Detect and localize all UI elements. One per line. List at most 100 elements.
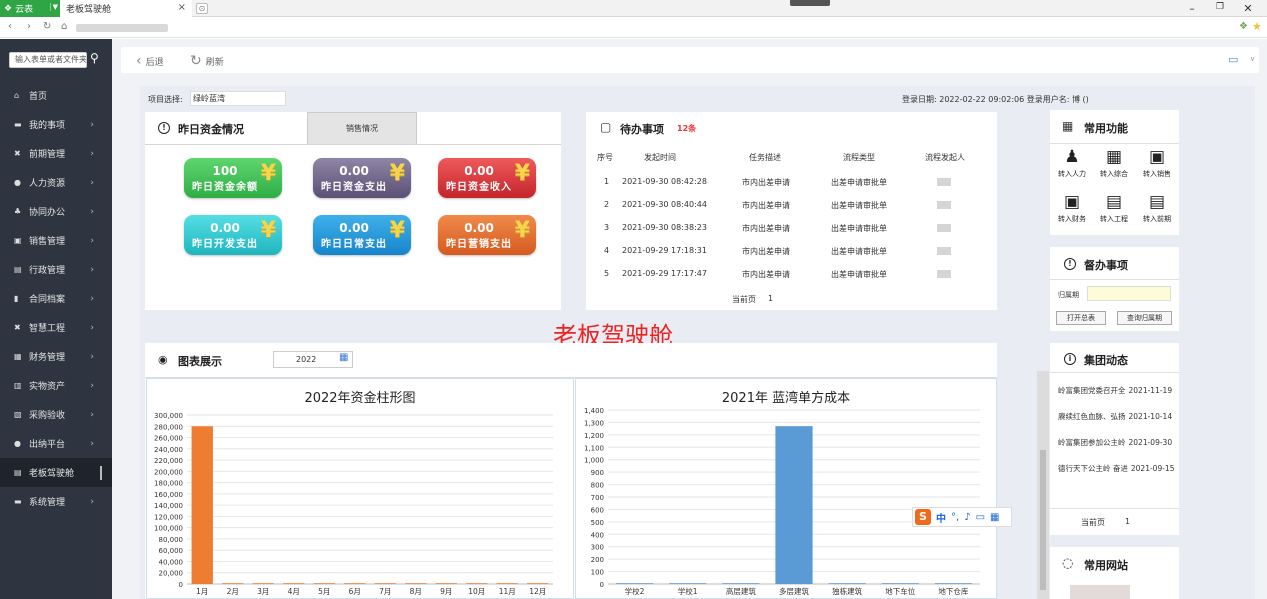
tab-sales[interactable]: 销售情况 [307,112,417,144]
punct-icon[interactable]: °, [951,512,959,523]
bar[interactable] [283,583,305,584]
bar[interactable] [669,583,707,584]
chevron-down-icon[interactable]: ∨ [1250,55,1255,63]
bar[interactable] [934,583,973,584]
extension-icon[interactable]: ❖ [1239,21,1248,32]
transfer-early-button[interactable]: ▤ 转入前期 [1136,192,1178,232]
fund-card-5[interactable]: 0.00 昨日营销支出 ¥ [438,215,536,255]
favorite-star-icon[interactable]: ★ [1252,20,1262,33]
minimize-icon[interactable]: – [1185,2,1199,15]
home-page-icon[interactable]: ⌂ [61,21,67,32]
reload-icon[interactable]: ↻ [43,21,51,32]
sidebar-item-11[interactable]: ▧ 采购验收 › [0,400,112,429]
chart-cost-svg: 0 100 200 300 400 500 600 700 800 900 1,000 1,100 1,… [584,407,980,596]
table-cell-desc: 市内出差申请 [742,178,790,187]
bar[interactable] [344,583,366,584]
ime-lang[interactable]: 中 [936,510,946,525]
initiator-avatar [937,270,951,278]
sidebar-item-7[interactable]: ▮ 合同档案 › [0,284,112,313]
transfer-finance-button[interactable]: ▣ 转入财务 [1051,192,1093,232]
wrench-icon: ✖ [14,323,21,332]
screen-icon[interactable]: ▭ [1228,53,1238,66]
transfer-hr-button[interactable]: ♟ 转入人力 [1051,147,1093,187]
fund-card-3[interactable]: 0.00 昨日开发支出 ¥ [184,215,282,255]
open-table-button[interactable]: 打开总表 [1056,311,1106,325]
bar[interactable] [374,583,396,584]
bar[interactable] [527,583,549,584]
query-period-button[interactable]: 查询归属期 [1117,311,1172,325]
bar[interactable] [496,583,518,584]
news-scroll-thumb[interactable] [1040,450,1046,590]
news-pager-value[interactable]: 1 [1125,517,1130,526]
restore-icon[interactable]: ❐ [1213,2,1227,12]
back-button[interactable]: ‹ 后退 [136,53,164,69]
project-select[interactable]: 绿岭蓝湾 [190,91,286,106]
fund-card-1[interactable]: 0.00 昨日资金支出 ¥ [313,158,411,198]
y-tick-label: 700 [591,494,604,502]
sidebar-item-8[interactable]: ✖ 智慧工程 › [0,313,112,342]
sidebar-item-0[interactable]: ⌂ 首页 [0,81,112,110]
app-menu-tab[interactable]: ❖ 云表 ▼ [0,0,60,17]
sidebar-item-14[interactable]: ▬ 系统管理 › [0,487,112,516]
todo-pager-value[interactable]: 1 [768,294,773,303]
sogou-logo-icon: S [915,509,931,525]
bar[interactable] [881,583,919,584]
bar[interactable] [435,583,457,584]
sidebar-item-12[interactable]: ● 出纳平台 › [0,429,112,458]
transfer-sales-button[interactable]: ▣ 转入销售 [1136,147,1178,187]
news-item[interactable]: 德行天下公主岭 奋进 2021-09-15 [1058,463,1180,474]
sidebar-item-9[interactable]: ▦ 财务管理 › [0,342,112,371]
transfer-engineering-icon: ▤ [1105,192,1123,212]
bar[interactable] [466,583,488,584]
period-input[interactable] [1087,286,1171,301]
fund-card-value: 0.00 [464,163,494,178]
fund-card-4[interactable]: 0.00 昨日日常支出 ¥ [313,215,411,255]
site-link[interactable] [1070,585,1130,599]
url-field[interactable] [76,24,168,32]
sidebar-item-2[interactable]: ✖ 前期管理 › [0,139,112,168]
fund-card-2[interactable]: 0.00 昨日资金收入 ¥ [438,158,536,198]
bar[interactable] [405,583,427,584]
close-tab-icon[interactable]: × [178,2,186,13]
sidebar-item-3[interactable]: ● 人力资源 › [0,168,112,197]
sidebar-item-10[interactable]: ▥ 实物资产 › [0,371,112,400]
ime-toolbar[interactable]: S 中 °, ♪ ▭ ▦ [912,507,1012,527]
y-tick-label: 900 [591,469,604,477]
nav-forward-icon[interactable]: › [27,21,31,32]
bar[interactable] [252,583,274,584]
sidebar-item-6[interactable]: ▤ 行政管理 › [0,255,112,284]
fund-card-0[interactable]: 100 昨日资金余额 ¥ [184,158,282,198]
mic-icon[interactable]: ♪ [964,512,970,523]
calendar-icon[interactable]: ▦ [339,352,348,363]
sidebar-search-input[interactable]: 输入表单或者文件夹 [9,52,87,68]
chevron-right-icon: › [90,293,94,304]
app-menu-dropdown-icon[interactable]: ▼ [49,3,58,11]
news-item[interactable]: 赓续红色血脉、弘扬 2021-10-14 [1058,411,1180,422]
search-icon[interactable]: ⚲ [90,51,99,65]
close-window-icon[interactable]: ✕ [1241,2,1255,15]
refresh-button[interactable]: ↻ 刷新 [190,53,224,69]
new-tab-button[interactable]: ⊙ [196,3,208,14]
sidebar-item-5[interactable]: ▣ 销售管理 › [0,226,112,255]
news-item[interactable]: 岭富集团党委召开全 2021-11-19 [1058,385,1180,396]
bar[interactable] [828,583,866,584]
bar[interactable] [222,583,244,584]
sidebar-item-4[interactable]: ♣ 协同办公 › [0,197,112,226]
news-item[interactable]: 岭富集团参加公主岭 2021-09-30 [1058,437,1180,448]
bar[interactable] [775,426,813,584]
table-header: 序号 [597,153,613,162]
sidebar-item-13[interactable]: ▤ 老板驾驶舱 [0,458,112,487]
bar[interactable] [722,583,760,584]
cashier-icon: ● [14,439,21,448]
nav-back-icon[interactable]: ‹ [8,21,12,32]
sidebar-item-1[interactable]: ▬ 我的事项 › [0,110,112,139]
bar[interactable] [615,583,654,584]
bar[interactable] [313,583,335,584]
transfer-engineering-button[interactable]: ▤ 转入工程 [1093,192,1135,232]
y-tick-label: 0 [600,581,604,589]
browser-tab-active[interactable]: 老板驾驶舱 × [60,0,192,17]
transfer-general-button[interactable]: ▦ 转入综合 [1093,147,1135,187]
bar[interactable] [191,426,213,584]
grid-icon[interactable]: ▦ [990,512,999,523]
keyboard-icon[interactable]: ▭ [976,512,985,523]
